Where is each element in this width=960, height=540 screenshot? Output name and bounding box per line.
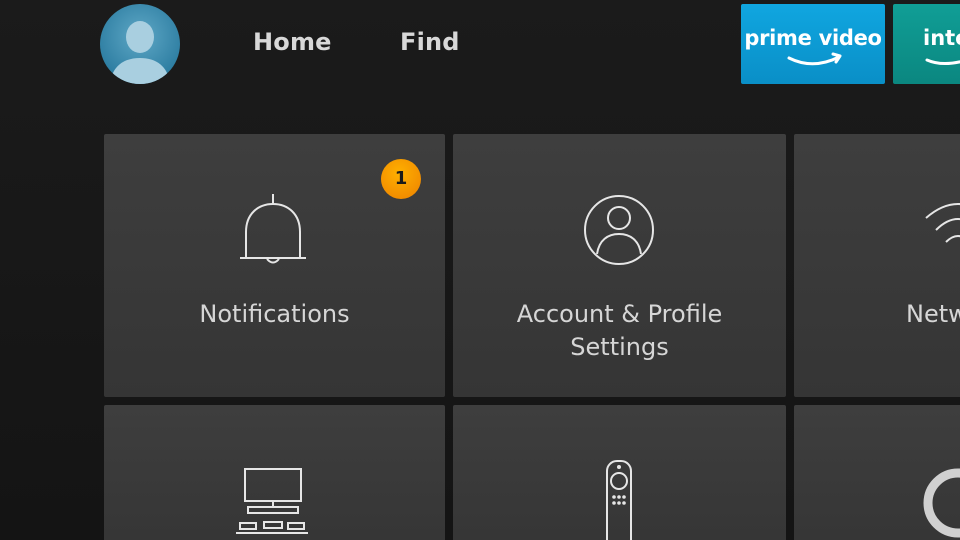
alexa-icon [923, 468, 960, 538]
card-label: Notifications [199, 300, 350, 328]
settings-card-alexa[interactable] [794, 405, 960, 540]
settings-card-account-profile[interactable]: Account & Profile Settings [453, 134, 786, 397]
nav-find[interactable]: Find [400, 28, 460, 56]
card-label-line2: Settings [570, 333, 669, 361]
settings-card-display-sounds[interactable] [104, 405, 445, 540]
wifi-icon [925, 203, 960, 243]
profile-avatar[interactable] [100, 4, 180, 84]
app-tile-partial[interactable]: inte [893, 4, 960, 84]
card-label-line1: Account & Profile [516, 300, 723, 328]
notification-count-badge: 1 [381, 159, 421, 199]
bell-icon [240, 194, 306, 264]
card-label: Netw [906, 300, 960, 328]
account-icon [584, 195, 654, 265]
settings-card-network[interactable]: Netw [794, 134, 960, 397]
display-sounds-icon [236, 468, 308, 534]
app-tile-prime-video[interactable]: prime video [741, 4, 885, 84]
amazon-smile-icon [787, 52, 842, 66]
settings-card-controllers[interactable] [453, 405, 786, 540]
settings-screen: Home Find prime video inte Notifications… [0, 0, 960, 540]
nav-home[interactable]: Home [253, 28, 332, 56]
remote-icon [606, 460, 632, 540]
user-silhouette-icon [110, 21, 170, 84]
amazon-smile-icon [925, 58, 960, 65]
